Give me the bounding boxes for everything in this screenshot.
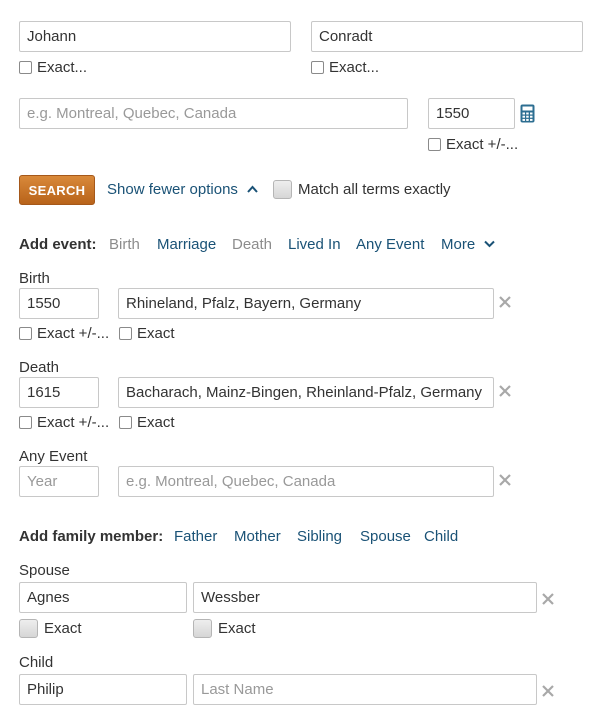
- add-event-marriage[interactable]: Marriage: [157, 236, 216, 253]
- remove-birth-close-icon[interactable]: [498, 295, 512, 309]
- add-event-more-label: More: [441, 236, 476, 253]
- checkbox-box[interactable]: [19, 327, 32, 340]
- child-section-title: Child: [19, 654, 54, 671]
- checkbox-box[interactable]: [119, 416, 132, 429]
- checkbox-box[interactable]: [273, 180, 292, 199]
- match-all-terms-checkbox[interactable]: Match all terms exactly: [273, 180, 451, 199]
- remove-spouse-close-icon[interactable]: [541, 592, 555, 606]
- checkbox-box[interactable]: [428, 138, 441, 151]
- calculator-icon[interactable]: [520, 104, 535, 123]
- spouse-first-name-input[interactable]: [19, 582, 187, 613]
- checkbox-box[interactable]: [19, 61, 32, 74]
- chevron-up-icon: [247, 185, 258, 193]
- checkbox-box[interactable]: [311, 61, 324, 74]
- checkbox-box[interactable]: [193, 619, 212, 638]
- birth-place-exact-checkbox[interactable]: Exact: [119, 325, 175, 342]
- birth-section-title: Birth: [19, 270, 50, 287]
- spouse-first-exact-checkbox[interactable]: Exact: [19, 619, 82, 638]
- add-event-death: Death: [232, 236, 273, 253]
- last-name-exact-label: Exact...: [329, 59, 380, 76]
- death-place-exact-label: Exact: [137, 414, 175, 431]
- spouse-last-exact-label: Exact: [218, 620, 256, 637]
- show-fewer-options-link[interactable]: Show fewer options: [107, 181, 258, 198]
- death-year-exact-checkbox[interactable]: Exact +/-...: [19, 414, 109, 431]
- add-family-mother[interactable]: Mother: [234, 528, 281, 545]
- birth-year-input[interactable]: [19, 288, 99, 319]
- death-year-exact-label: Exact +/-...: [37, 414, 110, 431]
- last-name-exact-checkbox[interactable]: Exact...: [311, 59, 379, 76]
- birth-year-exact-checkbox[interactable]: Exact +/-...: [19, 325, 109, 342]
- child-first-name-input[interactable]: [19, 674, 187, 705]
- add-event-label: Add event:: [19, 236, 97, 253]
- death-year-input[interactable]: [19, 377, 99, 408]
- any-event-place-input[interactable]: [118, 466, 494, 497]
- death-section-title: Death: [19, 359, 60, 376]
- remove-any-event-close-icon[interactable]: [498, 473, 512, 487]
- search-button[interactable]: SEARCH: [19, 175, 95, 205]
- spouse-last-exact-checkbox[interactable]: Exact: [193, 619, 256, 638]
- add-family-member-label: Add family member:: [19, 528, 164, 545]
- add-event-any-event[interactable]: Any Event: [356, 236, 424, 253]
- checkbox-box[interactable]: [19, 416, 32, 429]
- remove-death-close-icon[interactable]: [498, 384, 512, 398]
- year-exact-checkbox[interactable]: Exact +/-...: [428, 136, 518, 153]
- add-family-spouse[interactable]: Spouse: [360, 528, 411, 545]
- child-last-name-input[interactable]: [193, 674, 537, 705]
- add-event-birth: Birth: [109, 236, 140, 253]
- birth-place-input[interactable]: [118, 288, 494, 319]
- spouse-section-title: Spouse: [19, 562, 70, 579]
- death-place-input[interactable]: [118, 377, 494, 408]
- chevron-down-icon: [484, 240, 496, 248]
- match-all-terms-label: Match all terms exactly: [298, 181, 451, 198]
- remove-child-close-icon[interactable]: [541, 684, 555, 698]
- place-input[interactable]: [19, 98, 408, 129]
- add-family-child[interactable]: Child: [424, 528, 458, 545]
- birth-place-exact-label: Exact: [137, 325, 175, 342]
- birth-year-exact-label: Exact +/-...: [37, 325, 110, 342]
- first-name-input[interactable]: [19, 21, 291, 52]
- add-family-father[interactable]: Father: [174, 528, 217, 545]
- checkbox-box[interactable]: [119, 327, 132, 340]
- spouse-first-exact-label: Exact: [44, 620, 82, 637]
- checkbox-box[interactable]: [19, 619, 38, 638]
- death-place-exact-checkbox[interactable]: Exact: [119, 414, 175, 431]
- spouse-last-name-input[interactable]: [193, 582, 537, 613]
- any-event-year-input[interactable]: [19, 466, 99, 497]
- last-name-input[interactable]: [311, 21, 583, 52]
- add-family-sibling[interactable]: Sibling: [297, 528, 342, 545]
- any-event-section-title: Any Event: [19, 448, 88, 465]
- year-input[interactable]: [428, 98, 515, 129]
- first-name-exact-checkbox[interactable]: Exact...: [19, 59, 87, 76]
- show-fewer-options-label: Show fewer options: [107, 181, 238, 198]
- first-name-exact-label: Exact...: [37, 59, 88, 76]
- year-exact-label: Exact +/-...: [446, 136, 519, 153]
- add-event-lived-in[interactable]: Lived In: [288, 236, 341, 253]
- add-event-more[interactable]: More: [441, 236, 496, 253]
